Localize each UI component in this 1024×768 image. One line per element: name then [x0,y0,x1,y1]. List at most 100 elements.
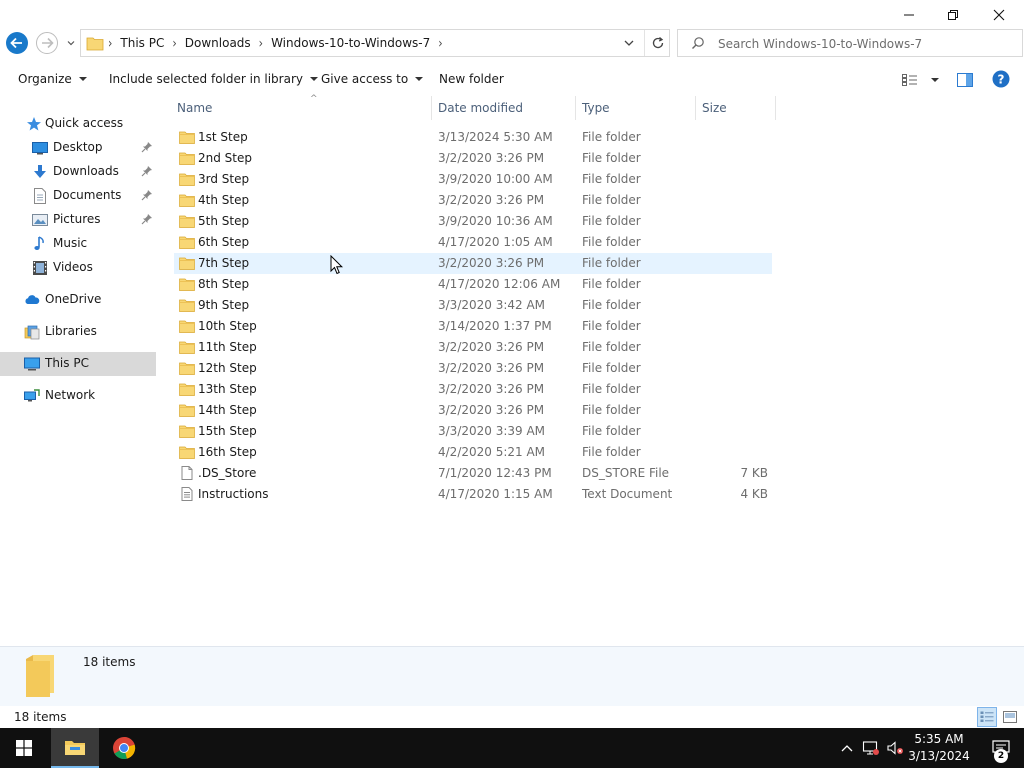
notification-count-badge: 2 [994,749,1008,763]
minimize-button[interactable] [886,0,932,30]
recent-locations-button[interactable] [62,31,80,55]
file-row[interactable]: 13th Step 3/2/2020 3:26 PM File folder [174,379,772,400]
back-button[interactable] [5,31,29,55]
dropdown-caret-icon [931,78,939,82]
new-folder-button[interactable]: New folder [439,70,504,88]
large-icons-view-button[interactable] [1000,707,1020,727]
network-tray-button[interactable] [860,728,882,768]
nav-videos[interactable]: Videos [0,256,156,280]
taskbar-chrome[interactable] [100,728,148,768]
folder-icon [179,152,195,165]
file-row[interactable]: Instructions 4/17/2020 1:15 AM Text Docume… [174,484,772,505]
folder-icon [179,341,195,354]
breadcrumb-this-pc[interactable]: This PC [113,36,171,50]
file-row[interactable]: 1st Step 3/13/2024 5:30 AM File folder [174,127,772,148]
folder-icon [179,278,195,291]
file-row[interactable]: 5th Step 3/9/2020 10:36 AM File folder [174,211,772,232]
column-header-name[interactable]: Name ^ [171,94,431,120]
refresh-icon [652,37,663,49]
column-divider[interactable] [775,96,776,120]
nav-label-videos: Videos [53,260,93,274]
nav-desktop[interactable]: Desktop [0,136,156,160]
search-box[interactable] [677,29,1023,57]
show-hidden-icons-button[interactable] [838,728,856,768]
nav-network[interactable]: Network [0,384,156,408]
file-row[interactable]: 3rd Step 3/9/2020 10:00 AM File folder [174,169,772,190]
file-type: File folder [582,151,641,165]
search-input[interactable] [718,35,1008,53]
details-view-button[interactable] [977,707,997,727]
change-view-button[interactable] [902,71,939,89]
give-access-label: Give access to [321,72,409,86]
breadcrumb-separator[interactable]: › [171,35,177,51]
volume-tray-button[interactable] [884,728,906,768]
folder-icon [179,173,195,186]
forward-arrow-icon [36,32,58,54]
navigation-pane: Quick access Desktop Downloads Documents… [0,96,156,644]
file-type: File folder [582,235,641,249]
file-name: 12th Step [198,361,257,375]
dropdown-caret-icon [415,77,424,81]
nav-this-pc[interactable]: This PC [0,352,156,376]
nav-music[interactable]: Music [0,232,156,256]
start-button[interactable] [0,728,48,768]
sort-ascending-icon: ^ [310,94,318,104]
nav-libraries[interactable]: Libraries [0,320,156,344]
file-row[interactable]: 15th Step 3/3/2020 3:39 AM File folder [174,421,772,442]
file-row[interactable]: 7th Step 3/2/2020 3:26 PM File folder [174,253,772,274]
file-row[interactable]: 14th Step 3/2/2020 3:26 PM File folder [174,400,772,421]
preview-pane-button[interactable] [957,71,973,89]
file-row[interactable]: 16th Step 4/2/2020 5:21 AM File folder [174,442,772,463]
nav-label-network: Network [45,388,96,402]
column-header-date[interactable]: Date modified [432,96,575,120]
search-icon [692,37,704,49]
restore-button[interactable] [930,0,976,30]
file-row[interactable]: 11th Step 3/2/2020 3:26 PM File folder [174,337,772,358]
breadcrumb-separator[interactable]: › [437,35,443,51]
file-row[interactable]: 12th Step 3/2/2020 3:26 PM File folder [174,358,772,379]
column-header-type[interactable]: Type [576,96,695,120]
restore-icon [948,10,958,20]
nav-onedrive[interactable]: OneDrive [0,288,156,312]
column-header-size[interactable]: Size [696,96,775,120]
nav-quick-access[interactable]: Quick access [0,112,156,136]
nav-documents[interactable]: Documents [0,184,156,208]
help-button[interactable]: ? [992,70,1010,88]
file-row[interactable]: 8th Step 4/17/2020 12:06 AM File folder [174,274,772,295]
preview-pane-icon [957,73,973,87]
breadcrumb-downloads[interactable]: Downloads [178,36,258,50]
file-row[interactable]: 6th Step 4/17/2020 1:05 AM File folder [174,232,772,253]
taskbar-file-explorer[interactable] [51,728,99,768]
nav-pictures[interactable]: Pictures [0,208,156,232]
file-type: File folder [582,172,641,186]
close-button[interactable] [976,0,1022,30]
folder-icon [179,362,195,375]
file-type: File folder [582,445,641,459]
address-history-button[interactable] [616,30,642,56]
minimize-icon [904,14,914,16]
file-date-modified: 4/2/2020 5:21 AM [438,445,546,459]
file-row[interactable]: .DS_Store 7/1/2020 12:43 PM DS_STORE File 7… [174,463,772,484]
column-header-type-label: Type [582,101,610,115]
organize-menu[interactable]: Organize [18,70,87,88]
nav-label-desktop: Desktop [53,140,103,154]
forward-button[interactable] [35,31,59,55]
file-row[interactable]: 4th Step 3/2/2020 3:26 PM File folder [174,190,772,211]
details-view-icon [902,74,917,86]
breadcrumb-separator[interactable]: › [258,35,264,51]
include-in-library-menu[interactable]: Include selected folder in library [109,70,318,88]
taskbar-clock[interactable]: 5:35 AM 3/13/2024 [905,731,973,765]
file-row[interactable]: 9th Step 3/3/2020 3:42 AM File folder [174,295,772,316]
give-access-menu[interactable]: Give access to [321,70,424,88]
folder-icon [179,383,195,396]
file-row[interactable]: 2nd Step 3/2/2020 3:26 PM File folder [174,148,772,169]
network-icon [24,389,40,402]
network-status-icon [862,741,879,755]
nav-downloads[interactable]: Downloads [0,160,156,184]
refresh-button[interactable] [644,30,670,56]
address-bar[interactable]: › This PC › Downloads › Windows-10-to-Wi… [80,29,670,57]
breadcrumb-current-folder[interactable]: Windows-10-to-Windows-7 [264,36,437,50]
file-row[interactable]: 10th Step 3/14/2020 1:37 PM File folder [174,316,772,337]
file-date-modified: 3/2/2020 3:26 PM [438,151,545,165]
text-document-icon [181,487,193,501]
